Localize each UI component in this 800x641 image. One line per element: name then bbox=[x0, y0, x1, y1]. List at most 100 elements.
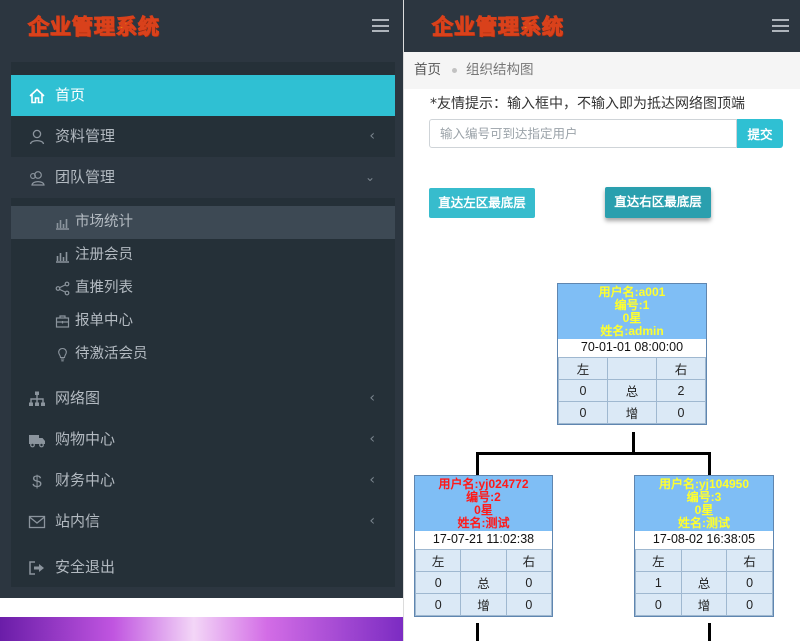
chevron-left-icon: ‹ bbox=[369, 472, 375, 488]
sidebar-subitem-pending-members[interactable]: 待激活会员 bbox=[11, 338, 395, 371]
right-topbar: 企业管理系统 bbox=[404, 0, 800, 52]
node-header: 用户名:a001 编号:1 0星 姓名:admin bbox=[558, 284, 706, 339]
col-right-label: 右 bbox=[726, 549, 773, 572]
col-left-label: 左 bbox=[635, 549, 682, 572]
total-left: 1 bbox=[635, 571, 682, 594]
breadcrumb-current: 组织结构图 bbox=[466, 62, 534, 78]
node-header: 用户名:yj024772 编号:2 0星 姓名:测试 bbox=[415, 476, 552, 531]
svg-text:$: $ bbox=[32, 472, 42, 490]
add-label: 增 bbox=[680, 593, 728, 616]
sidebar-item-label: 购物中心 bbox=[55, 430, 116, 448]
chevron-left-icon: ‹ bbox=[369, 128, 375, 144]
node-header: 用户名:yj104950 编号:3 0星 姓名:测试 bbox=[635, 476, 773, 531]
briefcase-icon bbox=[55, 315, 70, 328]
go-right-bottom-button[interactable]: 直达右区最底层 bbox=[605, 187, 711, 218]
add-label: 增 bbox=[607, 401, 657, 424]
tree-connector-line bbox=[708, 623, 711, 641]
tree-node-root[interactable]: 用户名:a001 编号:1 0星 姓名:admin 70-01-01 08:00… bbox=[557, 283, 707, 425]
sidebar-item-home[interactable]: 首页 bbox=[11, 75, 395, 116]
sidebar-subitem-market-stats[interactable]: 市场统计 bbox=[11, 206, 395, 239]
sidebar-item-label: 站内信 bbox=[55, 512, 101, 530]
total-label: 总 bbox=[680, 571, 728, 594]
sidebar-subitem-order-center[interactable]: 报单中心 bbox=[11, 305, 395, 338]
node-stats-table: 左 右 0总0 0增0 bbox=[414, 549, 553, 616]
sidebar-item-team[interactable]: 团队管理 ⌄ bbox=[11, 157, 395, 198]
sidebar-item-messages[interactable]: 站内信 ‹ bbox=[11, 501, 395, 542]
truck-icon bbox=[29, 435, 45, 448]
total-label: 总 bbox=[460, 571, 507, 594]
sidebar-subitem-direct-list[interactable]: 直推列表 bbox=[11, 272, 395, 305]
tree-connector-line bbox=[476, 623, 479, 641]
decorative-banner-image bbox=[0, 617, 404, 641]
tree-connector-line bbox=[476, 452, 479, 476]
user-icon bbox=[29, 129, 45, 145]
lightbulb-icon bbox=[58, 347, 67, 362]
node-stats-table: 左 右 0总2 0增0 bbox=[558, 357, 706, 424]
submit-button[interactable]: 提交 bbox=[737, 119, 783, 148]
tree-connector-line bbox=[632, 432, 635, 454]
total-right: 0 bbox=[726, 571, 773, 594]
go-left-bottom-button[interactable]: 直达左区最底层 bbox=[429, 188, 535, 218]
dollar-icon: $ bbox=[32, 472, 42, 490]
sidebar-item-shopping[interactable]: 购物中心 ‹ bbox=[11, 419, 395, 460]
total-right: 2 bbox=[656, 379, 706, 402]
node-time: 17-07-21 11:02:38 bbox=[415, 531, 552, 549]
node-time: 70-01-01 08:00:00 bbox=[558, 339, 706, 357]
menu-toggle-icon[interactable] bbox=[372, 19, 389, 32]
sidebar-item-finance[interactable]: $ 财务中心 ‹ bbox=[11, 460, 395, 501]
node-name: 姓名:admin bbox=[600, 324, 664, 338]
col-right-label: 右 bbox=[656, 357, 706, 380]
friendly-tip: *友情提示：输入框中，不输入即为抵达网络图顶端 bbox=[430, 96, 745, 112]
tree-connector-line bbox=[708, 452, 711, 476]
sidebar-item-profile[interactable]: 资料管理 ‹ bbox=[11, 116, 395, 157]
team-icon bbox=[30, 171, 45, 186]
sidebar: 首页 资料管理 ‹ 团队管理 ⌄ 市场统计 注册会员 直推列表 报单中心 待激活… bbox=[11, 62, 395, 587]
total-right: 0 bbox=[505, 571, 553, 594]
add-right: 0 bbox=[505, 593, 553, 616]
chevron-left-icon: ‹ bbox=[369, 431, 375, 447]
add-left: 0 bbox=[558, 401, 608, 424]
sidebar-item-label: 财务中心 bbox=[55, 471, 116, 489]
sidebar-subitem-register[interactable]: 注册会员 bbox=[11, 239, 395, 272]
tree-node-left[interactable]: 用户名:yj024772 编号:2 0星 姓名:测试 17-07-21 11:0… bbox=[414, 475, 553, 617]
sidebar-item-label: 资料管理 bbox=[55, 127, 116, 145]
add-label: 增 bbox=[460, 593, 507, 616]
add-left: 0 bbox=[414, 593, 462, 616]
sidebar-item-network[interactable]: 网络图 ‹ bbox=[11, 378, 395, 419]
sidebar-item-label: 首页 bbox=[55, 86, 86, 104]
tree-connector-line bbox=[476, 452, 711, 455]
add-left: 0 bbox=[635, 593, 682, 616]
sidebar-subitem-label: 注册会员 bbox=[75, 247, 133, 263]
breadcrumb-home-link[interactable]: 首页 bbox=[414, 52, 441, 89]
col-left-label: 左 bbox=[558, 357, 608, 380]
sidebar-item-logout[interactable]: 安全退出 bbox=[11, 547, 395, 588]
sitemap-icon bbox=[29, 391, 45, 406]
breadcrumb: 首页 组织结构图 bbox=[404, 52, 800, 89]
bar-chart-icon bbox=[56, 219, 69, 230]
breadcrumb-separator bbox=[452, 68, 457, 73]
node-time: 17-08-02 16:38:05 bbox=[635, 531, 773, 549]
logout-icon bbox=[29, 561, 44, 575]
sidebar-item-label: 团队管理 bbox=[55, 168, 116, 186]
home-icon bbox=[29, 88, 45, 104]
node-name: 姓名:测试 bbox=[457, 516, 510, 530]
app-logo: 企业管理系统 bbox=[432, 14, 564, 40]
col-right-label: 右 bbox=[505, 549, 553, 572]
sidebar-item-label: 网络图 bbox=[55, 389, 101, 407]
chevron-left-icon: ‹ bbox=[369, 390, 375, 406]
sidebar-subitem-label: 待激活会员 bbox=[75, 346, 148, 362]
node-name: 姓名:测试 bbox=[678, 516, 730, 530]
add-right: 0 bbox=[656, 401, 706, 424]
node-stats-table: 左 右 1总0 0增0 bbox=[635, 549, 773, 616]
user-id-search-input[interactable] bbox=[429, 119, 737, 148]
mail-icon bbox=[28, 515, 46, 529]
right-panel: 企业管理系统 首页 组织结构图 *友情提示：输入框中，不输入即为抵达网络图顶端 … bbox=[404, 0, 800, 641]
total-left: 0 bbox=[558, 379, 608, 402]
tree-node-right[interactable]: 用户名:yj104950 编号:3 0星 姓名:测试 17-08-02 16:3… bbox=[634, 475, 774, 617]
left-panel: 企业管理系统 首页 资料管理 ‹ 团队管理 ⌄ 市场统计 注册会员 直推列表 报… bbox=[0, 0, 404, 641]
menu-toggle-icon[interactable] bbox=[772, 19, 789, 32]
sidebar-subitem-label: 市场统计 bbox=[75, 214, 133, 230]
total-label: 总 bbox=[607, 379, 657, 402]
sidebar-subitem-label: 报单中心 bbox=[75, 313, 133, 329]
left-topbar: 企业管理系统 bbox=[0, 0, 404, 52]
